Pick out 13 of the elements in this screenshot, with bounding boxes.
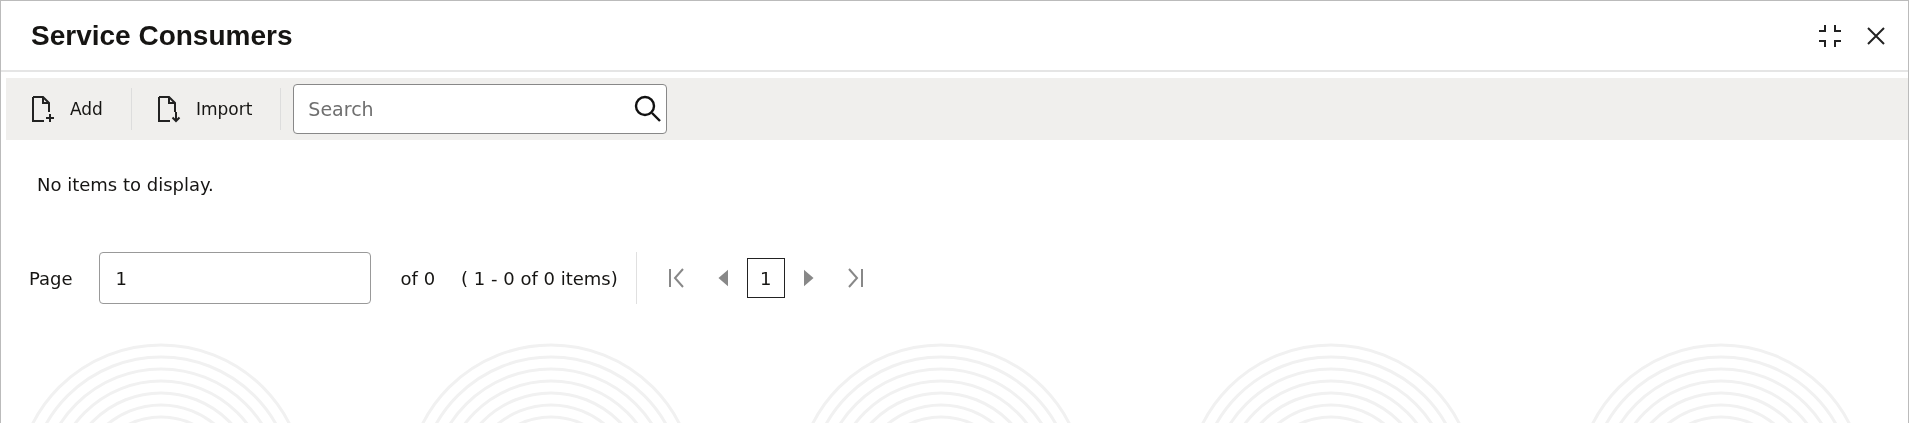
close-icon[interactable] [1866, 25, 1886, 46]
add-button[interactable]: Add [24, 87, 113, 131]
empty-message: No items to display. [36, 173, 215, 197]
page-number-button[interactable]: 1 [746, 258, 785, 298]
page-input[interactable]: 1 [98, 252, 371, 304]
import-button[interactable]: Import [149, 87, 263, 131]
search-field[interactable]: Search [293, 84, 668, 134]
page-label: Page [29, 267, 73, 289]
page-count: of 0 [400, 267, 436, 289]
document-download-icon [155, 95, 182, 123]
window-title: Service Consumers [31, 19, 293, 52]
items-range: ( 1 - 0 of 0 items) [461, 267, 618, 289]
document-add-icon [30, 95, 56, 123]
